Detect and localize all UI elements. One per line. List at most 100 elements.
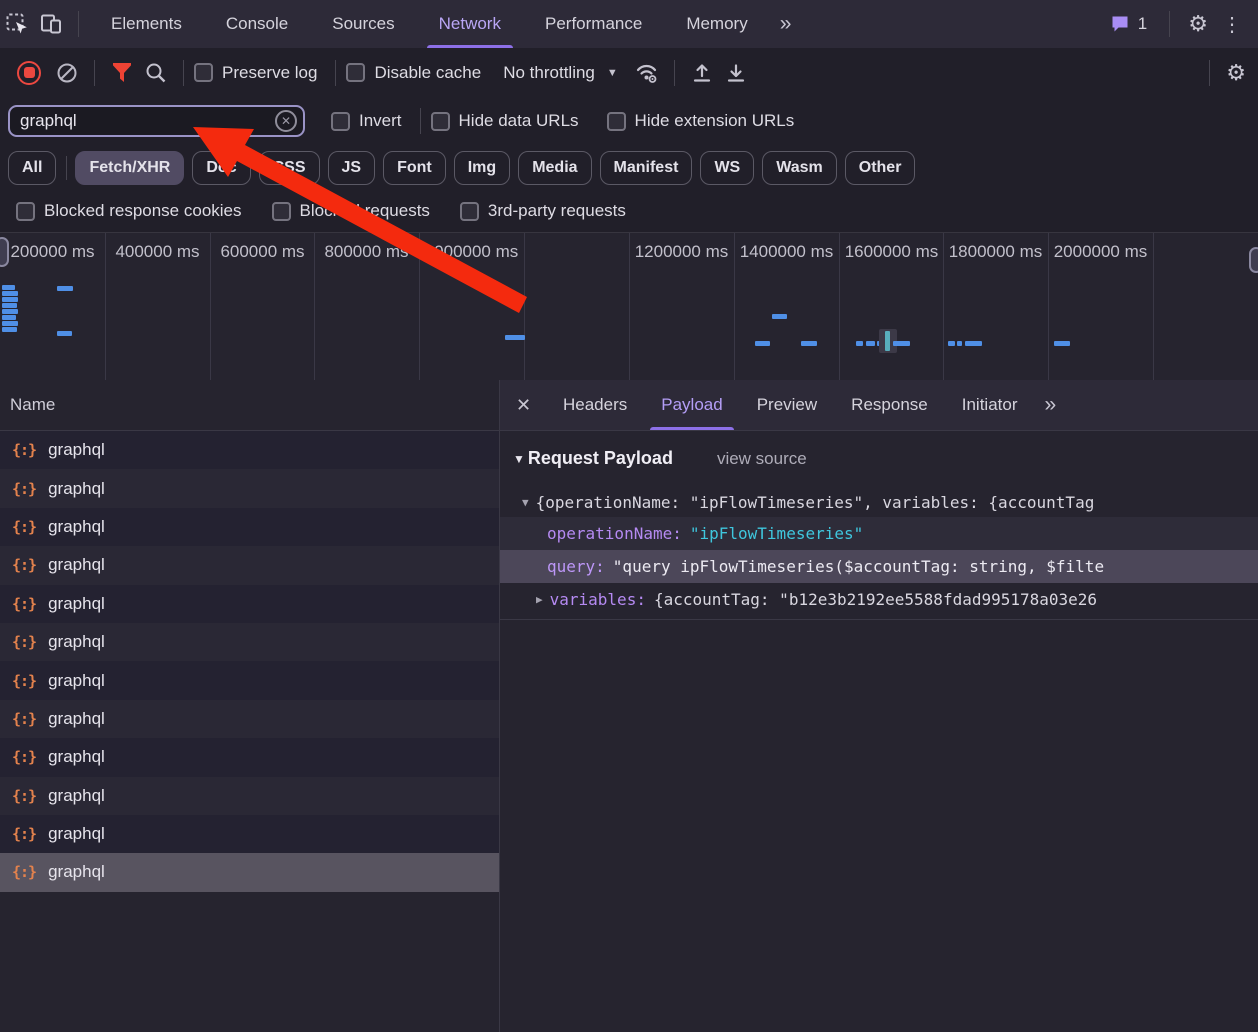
json-value: "query ipFlowTimeseries($accountTag: str…: [612, 557, 1105, 576]
payload-query-row[interactable]: query: "query ipFlowTimeseries($accountT…: [500, 550, 1258, 583]
payload-variables-row[interactable]: ▶ variables: {accountTag: "b12e3b2192ee5…: [500, 583, 1258, 616]
payload-operation-name-row[interactable]: operationName: "ipFlowTimeseries": [500, 517, 1258, 550]
advanced-filter-checkboxes: Blocked response cookies Blocked request…: [0, 190, 1258, 232]
network-settings-gear-icon[interactable]: ⚙: [1226, 60, 1246, 86]
chip-font[interactable]: Font: [383, 150, 446, 185]
request-row[interactable]: {:} graphql: [0, 546, 499, 585]
request-name: graphql: [48, 555, 105, 575]
inspect-element-icon[interactable]: [0, 7, 34, 41]
request-row[interactable]: {:} graphql: [0, 507, 499, 547]
chip-doc[interactable]: Doc: [192, 150, 251, 185]
hide-extension-urls-checkbox[interactable]: [606, 111, 626, 131]
expand-caret-icon[interactable]: ▶: [536, 593, 543, 606]
issues-icon[interactable]: [1111, 15, 1131, 33]
view-source-link[interactable]: view source: [717, 449, 807, 469]
overview-left-handle[interactable]: [0, 237, 9, 267]
json-value: {accountTag: "b12e3b2192ee5588fdad995178…: [653, 590, 1098, 609]
detail-tab-payload[interactable]: Payload: [648, 380, 735, 430]
filter-input[interactable]: [10, 111, 303, 131]
tab-performance[interactable]: Performance: [531, 0, 656, 48]
payload-body: ▼ Request Payload view source ▼ {operati…: [500, 430, 1258, 1032]
search-icon[interactable]: [139, 56, 173, 90]
tab-console[interactable]: Console: [212, 0, 302, 48]
hide-data-urls-checkbox[interactable]: [430, 111, 450, 131]
filter-bar: ✕ Invert Hide data URLs Hide extension U…: [0, 97, 1258, 145]
chip-media[interactable]: Media: [518, 150, 592, 185]
throttling-caret-icon[interactable]: ▼: [607, 67, 618, 79]
divider: [1169, 11, 1171, 37]
tab-network[interactable]: Network: [425, 0, 515, 48]
detail-tab-response[interactable]: Response: [838, 380, 941, 430]
tab-memory[interactable]: Memory: [672, 0, 761, 48]
invert-checkbox[interactable]: [331, 111, 350, 131]
request-name: graphql: [48, 824, 105, 844]
preserve-log-checkbox[interactable]: [194, 63, 213, 82]
preserve-log-label: Preserve log: [222, 62, 318, 82]
expand-caret-icon[interactable]: ▼: [522, 496, 529, 509]
throttling-select[interactable]: No throttling: [503, 63, 595, 83]
more-detail-tabs-icon[interactable]: »: [1044, 393, 1056, 417]
kebab-menu-icon[interactable]: ⋮: [1222, 12, 1242, 37]
tab-sources[interactable]: Sources: [318, 0, 408, 48]
request-row-selected[interactable]: {:} graphql: [0, 853, 499, 892]
chip-js[interactable]: JS: [327, 150, 376, 185]
request-payload-section-header[interactable]: ▼ Request Payload view source: [500, 430, 1258, 487]
detail-tabbar: ✕ Headers Payload Preview Response Initi…: [500, 380, 1258, 431]
request-row[interactable]: {:} graphql: [0, 584, 499, 623]
detail-tab-headers[interactable]: Headers: [550, 380, 640, 430]
request-row[interactable]: {:} graphql: [0, 469, 499, 508]
devtools-window: Elements Console Sources Network Perform…: [0, 0, 1258, 1032]
blocked-requests-checkbox[interactable]: [271, 201, 291, 221]
json-braces-icon: {:}: [12, 748, 37, 767]
network-overview-timeline[interactable]: 200000 ms 400000 ms 600000 ms 800000 ms …: [0, 232, 1258, 382]
section-caret-icon[interactable]: ▼: [513, 452, 525, 466]
chip-wasm[interactable]: Wasm: [762, 150, 837, 185]
json-value: "ipFlowTimeseries": [689, 524, 864, 543]
divider: [78, 11, 79, 37]
import-har-icon[interactable]: [685, 56, 719, 90]
third-party-requests-checkbox[interactable]: [459, 201, 479, 221]
chip-ws[interactable]: WS: [700, 150, 755, 185]
request-row[interactable]: {:} graphql: [0, 622, 499, 662]
divider: [500, 619, 1258, 620]
network-conditions-icon[interactable]: [630, 56, 664, 90]
network-split-view: Name {:} graphql {:} graphql {:} graphql {:…: [0, 380, 1258, 1032]
tab-elements[interactable]: Elements: [97, 0, 196, 48]
device-toolbar-icon[interactable]: [34, 7, 68, 41]
request-row[interactable]: {:} graphql: [0, 814, 499, 854]
clear-network-log-icon[interactable]: [50, 56, 84, 90]
filter-funnel-icon[interactable]: [105, 56, 139, 90]
close-detail-icon[interactable]: ✕: [516, 395, 546, 416]
chip-other[interactable]: Other: [844, 150, 916, 185]
detail-tab-preview[interactable]: Preview: [744, 380, 830, 430]
overview-right-handle[interactable]: [1249, 247, 1258, 273]
disable-cache-label: Disable cache: [374, 62, 482, 82]
payload-root-row[interactable]: ▼ {operationName: "ipFlowTimeseries", va…: [500, 487, 1258, 517]
request-row[interactable]: {:} graphql: [0, 431, 499, 470]
divider: [335, 59, 337, 86]
disable-cache-checkbox[interactable]: [346, 63, 366, 82]
more-tabs-icon[interactable]: »: [780, 12, 792, 36]
chip-img[interactable]: Img: [453, 150, 511, 185]
blocked-response-cookies-checkbox[interactable]: [16, 201, 35, 221]
detail-tab-initiator[interactable]: Initiator: [949, 380, 1031, 430]
request-row[interactable]: {:} graphql: [0, 661, 499, 700]
section-title: Request Payload: [527, 448, 673, 468]
request-name: graphql: [48, 516, 105, 536]
chip-fetch-xhr[interactable]: Fetch/XHR: [75, 150, 185, 185]
chip-all[interactable]: All: [8, 150, 57, 185]
request-name: graphql: [48, 862, 105, 882]
export-har-icon[interactable]: [719, 56, 753, 90]
divider: [419, 108, 421, 134]
record-network-log-icon[interactable]: [17, 60, 41, 85]
request-row[interactable]: {:} graphql: [0, 699, 499, 739]
chip-manifest[interactable]: Manifest: [599, 150, 693, 185]
timeline-tick: 1200000 ms: [634, 242, 729, 261]
chip-css[interactable]: CSS: [258, 150, 320, 185]
request-row[interactable]: {:} graphql: [0, 738, 499, 777]
request-row[interactable]: {:} graphql: [0, 776, 499, 815]
settings-gear-icon[interactable]: ⚙: [1188, 11, 1208, 37]
name-column-header[interactable]: Name: [0, 380, 499, 431]
clear-filter-icon[interactable]: ✕: [275, 110, 297, 132]
json-key: variables:: [549, 590, 646, 609]
